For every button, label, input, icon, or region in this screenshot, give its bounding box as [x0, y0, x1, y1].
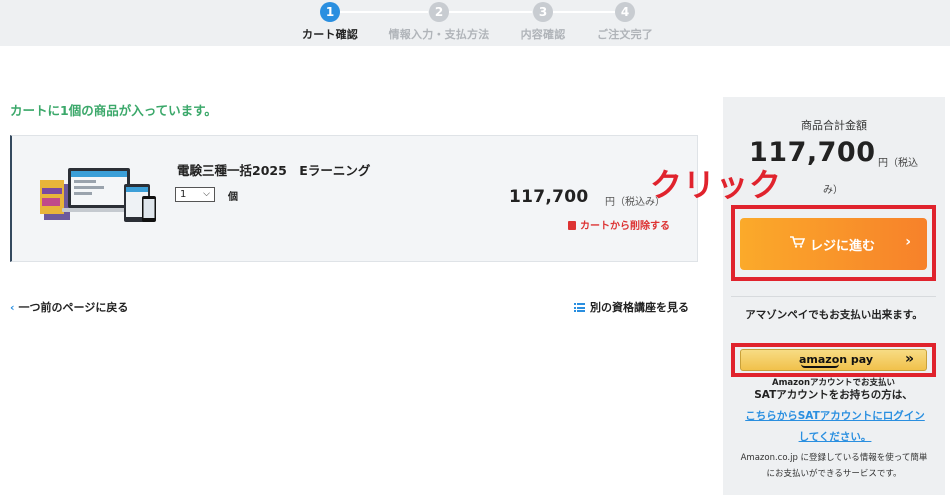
step-label: カート確認: [302, 28, 358, 41]
double-chevron-right-icon: »: [904, 351, 914, 367]
cart-icon: [790, 236, 805, 248]
proceed-to-checkout-button[interactable]: レジに進む ›: [740, 218, 927, 270]
step-label: ご注文完了: [597, 28, 653, 41]
sat-login-link[interactable]: こちらからSATアカウントにログインしてください。: [740, 406, 930, 448]
divider: [731, 296, 936, 297]
sat-account-text: SATアカウントをお持ちの方は、: [754, 389, 913, 401]
remove-label: カートから削除する: [580, 221, 670, 232]
product-thumbnail: [40, 168, 156, 222]
checkout-stepper: 1 カート確認 2 情報入力・支払方法 3 内容確認 4 ご注文完了: [0, 0, 950, 46]
step-number: 1: [320, 2, 340, 22]
total-price-unit: 円（税込: [878, 158, 918, 169]
list-icon: [574, 303, 585, 312]
step-number: 2: [429, 2, 449, 22]
amazon-smile-icon: [801, 364, 839, 368]
back-link-label: 一つ前のページに戻る: [18, 301, 129, 314]
other-courses-label: 別の資格講座を見る: [590, 301, 689, 314]
quantity-select[interactable]: 1 ⌵: [175, 187, 215, 202]
step-info-payment: 2 情報入力・支払方法: [379, 0, 499, 42]
checkout-label: レジに進む: [810, 239, 876, 254]
total-price-unit-cont: み）: [823, 185, 843, 196]
cart-item: 電験三種一括2025 Eラーニング 1 ⌵ 個 117,700 円（税込み） カ…: [10, 135, 698, 262]
trash-icon: [568, 221, 576, 230]
chevron-left-icon: ‹: [10, 301, 15, 314]
step-number: 3: [533, 2, 553, 22]
click-annotation: クリック: [650, 166, 783, 204]
step-number: 4: [615, 2, 635, 22]
quantity-unit: 個: [228, 192, 238, 203]
quantity-value: 1: [180, 189, 187, 200]
product-name: 電験三種一括2025 Eラーニング: [177, 163, 371, 178]
step-label: 情報入力・支払方法: [388, 28, 490, 41]
back-link[interactable]: ‹ 一つ前のページに戻る: [10, 299, 128, 315]
remove-from-cart-link[interactable]: カートから削除する: [568, 217, 670, 232]
amazon-pay-button[interactable]: amazon pay »: [740, 349, 927, 371]
chevron-right-icon: ›: [905, 234, 911, 250]
other-courses-link[interactable]: 別の資格講座を見る: [574, 299, 689, 315]
cart-count-message: カートに1個の商品が入っています。: [10, 103, 217, 118]
chevron-down-icon: ⌵: [203, 189, 210, 199]
step-cart-confirm: 1 カート確認: [270, 0, 390, 42]
amazon-pay-note: アマゾンペイでもお支払い出来ます。: [745, 309, 923, 321]
step-complete: 4 ご注文完了: [565, 0, 685, 42]
item-price: 117,700: [509, 187, 589, 207]
amazon-pay-footnote: Amazon.co.jp に登録している情報を使って簡単にお支払いができるサービ…: [740, 453, 928, 479]
total-label: 商品合計金額: [801, 119, 867, 132]
